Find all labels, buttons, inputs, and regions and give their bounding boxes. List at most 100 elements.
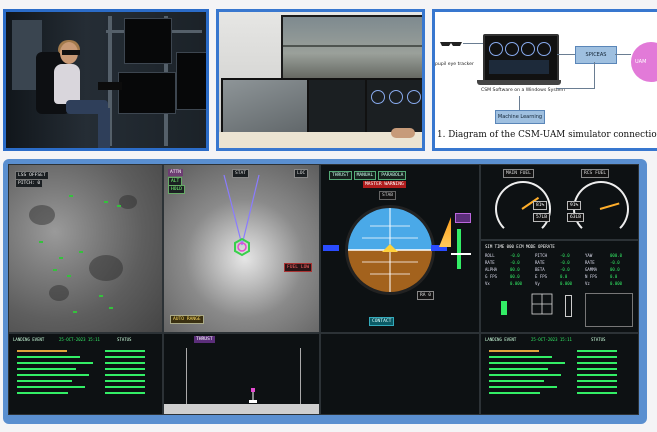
laptop-base [477,80,561,85]
telemetry-cell: Vz [585,281,590,286]
pilot-torso [54,64,80,104]
rcs-fuel-percent: 91% [567,201,582,210]
diagram-caption: 1. Diagram of the CSM-UAM simulator conn… [437,130,657,140]
telemetry-cell: -0.0 [560,253,570,258]
event-value [577,392,617,394]
simulator-monitor [176,52,206,110]
telemetry-cell: YAW [585,253,593,258]
vertical-speed-bar [457,229,461,269]
telemetry-cell: ROLL [485,253,495,258]
simulator-monitor [124,18,172,64]
event-value [577,386,617,388]
terrain-marker [109,307,113,309]
event-line [489,380,544,382]
tracker-label: pupil eye tracker [435,62,474,67]
event-value [105,380,145,382]
telemetry-cell: -0.0 [560,260,570,265]
event-date: 25-OCT-2023 15:11 [531,337,572,342]
rate-readout: RA 0 [417,291,435,300]
descent-profile-view: THRUST [163,333,320,415]
mode-button-thrust[interactable]: THRUST [329,171,352,180]
loc-tag: LOC [294,169,309,178]
telemetry-cell: 0.000 [560,281,573,286]
telemetry-cell: 000.0 [610,253,623,258]
simulator-monitor [118,72,176,114]
event-value [577,368,617,370]
stat-tag: STAT [232,169,250,178]
event-date: 25-OCT-2023 15:11 [59,337,100,342]
telemetry-cell: 0.0 [560,274,568,279]
main-fuel-percent: 81% [533,201,548,210]
artificial-horizon [345,205,435,295]
event-line [17,356,80,358]
terrain-display [221,78,309,138]
master-warning-tag[interactable]: MASTER WARNING [363,181,406,188]
status-box [585,293,633,327]
photo-simulator-setup [216,9,425,151]
ground-strip [164,404,319,414]
telemetry-cell: RATE [535,260,545,265]
event-title: LANDING EVENT [13,337,45,342]
software-label: CSM Software on a Windows System [481,88,565,93]
main-fuel-label: MAIN FUEL [503,169,534,178]
terrain-marker [104,201,108,203]
auto-range-tag[interactable]: AUTO RANGE [170,315,204,324]
event-line [17,392,68,394]
pilot-legs [98,108,110,148]
crater [49,285,69,301]
gauge-icon [537,42,551,56]
connector-line [615,54,631,55]
terrain-marker [117,205,121,207]
gauge-icon [389,90,403,104]
rcs-fuel-value: 63LB [567,213,585,222]
telemetry-cell: Vx [485,281,490,286]
hold-tag[interactable]: HOLD [168,185,186,194]
horizon-grid [348,208,432,292]
event-line [489,392,540,394]
telemetry-cell: -0.0 [610,260,620,265]
event-line [17,386,85,388]
telemetry-cell: RATE [485,260,495,265]
event-line [489,368,548,370]
operator-hand [391,128,415,138]
event-value [577,362,617,364]
event-value [105,392,145,394]
telemetry-cell: 0.000 [510,281,523,286]
right-system-box: SPICEAS [575,46,617,64]
event-status: STATUS [591,337,606,342]
event-line [489,356,552,358]
event-line [17,350,67,352]
terrain-marker [79,251,83,253]
event-value [105,362,145,364]
mode-button-row: THRUST MANUAL PARABOLA [329,171,407,180]
thrust-tag[interactable]: THRUST [194,336,215,343]
mode-button-manual[interactable]: MANUAL [353,171,377,180]
terrain-marker [59,257,63,259]
event-value [105,350,145,352]
connector-line [463,43,483,44]
vertical-speed-marker [451,253,471,255]
crosshair-icon [531,293,553,315]
mode-button-parabola[interactable]: PARABOLA [378,171,407,180]
contact-button[interactable]: CONTACT [369,317,395,326]
uam-node: UAM [631,42,657,82]
telemetry-cell: 0.0 [610,274,618,279]
crater [119,195,137,209]
terrain-marker [67,275,71,277]
crater [29,205,55,225]
rcs-fuel-label: RCS FUEL [581,169,610,178]
cockpit-screenshot-panel: LSS OFFSET PITCH: 0 ATTN ALT HOLD STAT L… [3,159,647,424]
fuel-display: MAIN FUEL RCS FUEL 81% 91% 57LB 63LB [480,164,639,240]
mode-indicator [455,213,471,223]
attn-tag[interactable]: ATTN [168,169,184,176]
attitude-display: THRUST MANUAL PARABOLA MASTER WARNING ST… [320,164,480,333]
connector-line [519,96,520,110]
connector-line [557,88,595,89]
connector-line [557,54,575,55]
eye-tracker-glasses-icon [440,42,462,46]
level-bar [501,301,507,315]
panoramic-display [281,15,422,85]
lander-icon [249,388,257,403]
telemetry-cell: PITCH [535,253,548,258]
telemetry-cell: 00.0 [510,274,520,279]
